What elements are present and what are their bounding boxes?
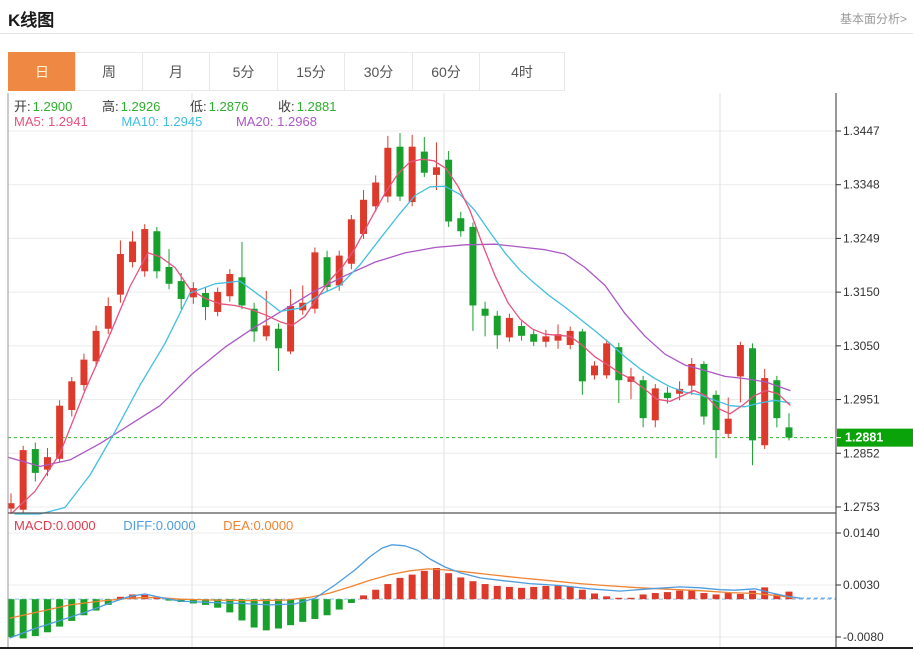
ma5-value: 1.2941 [48, 114, 88, 129]
dea-label: DEA: [223, 518, 253, 533]
ma10-label: MA10: [121, 114, 159, 129]
ohlc-legend: 开:1.2900 高:1.2926 低:1.2876 收:1.2881 [14, 96, 336, 115]
low-value: 1.2876 [209, 99, 249, 114]
ma20-label: MA20: [236, 114, 274, 129]
high-value: 1.2926 [121, 99, 161, 114]
ma-legend: MA5: 1.2941 MA10: 1.2945 MA20: 1.2968 [14, 114, 317, 129]
svg-text:1.3348: 1.3348 [843, 178, 880, 192]
svg-text:1.3447: 1.3447 [843, 124, 880, 138]
close-value: 1.2881 [297, 99, 337, 114]
kline-panel: K线图 基本面分析> 日周月5分15分30分60分4时 1.34471.3348… [0, 0, 913, 651]
high-label: 高: [102, 96, 119, 115]
macd-label: MACD: [14, 518, 56, 533]
close-label: 收: [278, 96, 295, 115]
svg-text:0.0030: 0.0030 [843, 578, 880, 592]
macd-legend: MACD:0.0000 DIFF:0.0000 DEA:0.0000 [14, 518, 293, 533]
ma20-value: 1.2968 [277, 114, 317, 129]
svg-text:1.2951: 1.2951 [843, 393, 880, 407]
svg-text:1.3050: 1.3050 [843, 339, 880, 353]
macd-value: 0.0000 [56, 518, 96, 533]
ma5-label: MA5: [14, 114, 44, 129]
dea-value: 0.0000 [254, 518, 294, 533]
ma10-value: 1.2945 [163, 114, 203, 129]
diff-label: DIFF: [123, 518, 156, 533]
open-value: 1.2900 [33, 99, 73, 114]
svg-text:1.2852: 1.2852 [843, 446, 880, 460]
svg-text:-0.0080: -0.0080 [843, 630, 884, 644]
svg-text:1.3249: 1.3249 [843, 231, 880, 245]
low-label: 低: [190, 96, 207, 115]
svg-text:0.0140: 0.0140 [843, 526, 880, 540]
open-label: 开: [14, 96, 31, 115]
svg-text:1.2753: 1.2753 [843, 500, 880, 514]
svg-text:1.3150: 1.3150 [843, 285, 880, 299]
diff-value: 0.0000 [156, 518, 196, 533]
svg-text:1.2881: 1.2881 [845, 431, 883, 445]
